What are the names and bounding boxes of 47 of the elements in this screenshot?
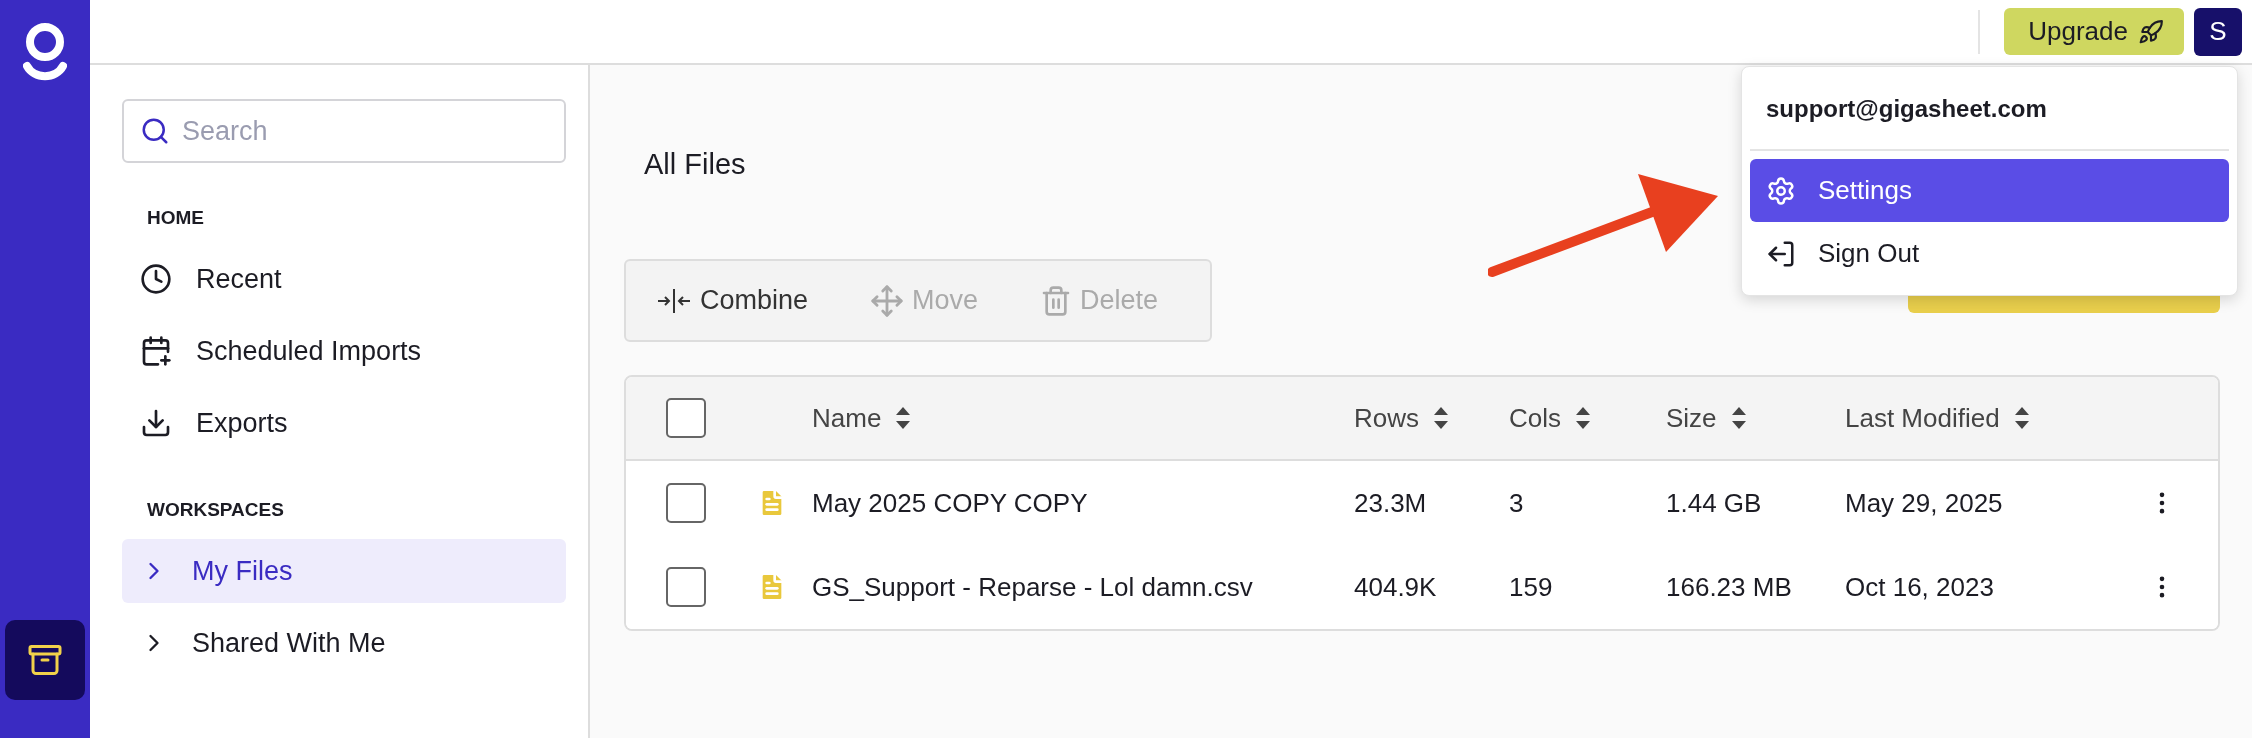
sidebar-item[interactable]: Recent xyxy=(122,247,566,311)
sort-icon xyxy=(1730,406,1747,430)
table-cell-text: 1.44 GB xyxy=(1666,487,1763,519)
calendar-icon xyxy=(140,335,172,367)
settings-icon xyxy=(1766,175,1796,206)
table-cell-text: May 2025 COPY COPY xyxy=(812,487,1089,519)
account-email: support@gigasheet.com xyxy=(1750,67,2229,151)
table-cell-text: 404.9K xyxy=(1354,571,1438,603)
sort-icon xyxy=(1433,406,1449,430)
checkbox[interactable] xyxy=(666,398,706,438)
menu-item[interactable]: Sign Out xyxy=(1750,222,2229,285)
table-cell-text: 159 xyxy=(1509,571,1554,603)
sort-icon xyxy=(895,406,912,430)
table-cell-text: Oct 16, 2023 xyxy=(1845,571,1995,603)
checkbox[interactable] xyxy=(666,567,706,607)
search-icon xyxy=(140,116,170,146)
table-cell-text: 166.23 MB xyxy=(1666,571,1793,603)
table-cell-text: May 29, 2025 xyxy=(1845,487,2004,519)
archive-icon xyxy=(27,642,63,678)
column-header[interactable]: Rows xyxy=(1354,402,1509,434)
sort-icon xyxy=(1575,406,1591,430)
section-title: WORKSPACES xyxy=(146,499,285,521)
column-header[interactable]: Cols xyxy=(1509,402,1666,434)
avatar[interactable]: S xyxy=(2194,7,2242,56)
sidebar-item[interactable]: Shared With Me xyxy=(122,611,566,675)
table-cell-text: GS_Support - Reparse - Lol damn.csv xyxy=(812,571,1254,603)
column-header[interactable]: Size xyxy=(1666,402,1845,434)
page-title: All Files xyxy=(643,148,746,182)
sort-icon xyxy=(2013,406,2030,430)
column-header[interactable]: Last Modified xyxy=(1845,402,2148,434)
sidebar-item[interactable]: Scheduled Imports xyxy=(122,319,566,383)
download-icon xyxy=(140,407,172,439)
checkbox[interactable] xyxy=(666,483,706,523)
toolbar-button[interactable]: Combine xyxy=(656,285,809,316)
move-icon xyxy=(870,283,905,318)
menu-item[interactable]: Settings xyxy=(1750,159,2229,222)
archive-button[interactable] xyxy=(5,620,85,700)
rocket-icon xyxy=(2138,18,2164,45)
upgrade-button[interactable]: Upgrade xyxy=(2004,8,2184,55)
sidebar-item[interactable]: My Files xyxy=(122,539,566,603)
clock-icon xyxy=(140,263,172,295)
search-field[interactable]: Search xyxy=(122,99,566,163)
sidebar-item[interactable]: Exports xyxy=(122,391,566,455)
table-cell-text: 3 xyxy=(1509,487,1525,519)
section-title: HOME xyxy=(146,207,205,229)
table-cell-text: 23.3M xyxy=(1354,487,1428,519)
column-header[interactable]: Name xyxy=(812,402,1354,434)
